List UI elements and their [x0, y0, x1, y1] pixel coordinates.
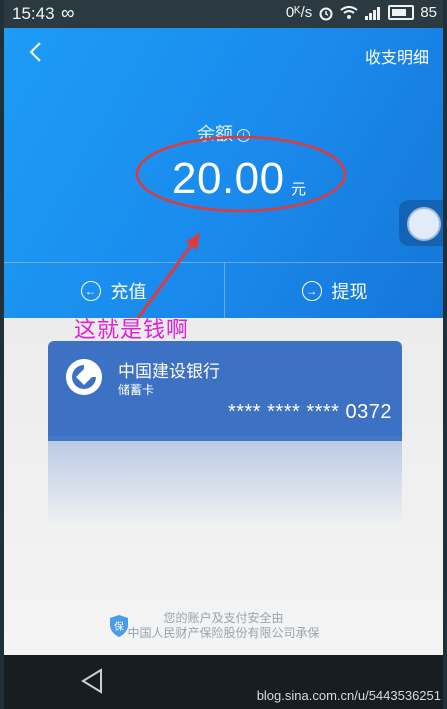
- wallet-header: 收支明细 余额 i 20.00 元 ← 充值 → 提现: [4, 28, 443, 319]
- bank-name: 中国建设银行: [118, 362, 220, 381]
- transaction-details-link[interactable]: 收支明细: [365, 44, 429, 68]
- floating-assistive-button[interactable]: [399, 200, 443, 246]
- card-type: 储蓄卡: [118, 383, 155, 397]
- card-number: **** **** **** 0372: [227, 401, 392, 423]
- nav-back-triangle-icon[interactable]: [80, 667, 104, 695]
- arrow-left-circle-icon: ←: [80, 281, 101, 301]
- recharge-button[interactable]: ← 充值: [4, 263, 223, 319]
- balance-label-row: 余额 i: [4, 120, 443, 146]
- bank-card[interactable]: 中国建设银行 储蓄卡 **** **** **** 0372: [48, 341, 402, 441]
- safety-notice: 您的账户及支付安全由 中国人民财产保险股份有限公司承保: [4, 611, 443, 641]
- blog-watermark: blog.sina.com.cn/u/5443536251: [256, 688, 441, 703]
- alarm-icon: [319, 7, 333, 20]
- phone-screen: 15:43 ∞ 0ᴷ/s 85 收支明细 余额 i 20.00 元 ← 充值 →: [4, 0, 443, 709]
- card-reflection: [48, 436, 402, 526]
- withdraw-label: 提现: [331, 282, 368, 302]
- battery-level: 85: [420, 4, 437, 21]
- network-speed: 0ᴷ/s: [285, 4, 313, 21]
- balance-amount: 20.00: [172, 154, 285, 203]
- back-chevron-icon[interactable]: [26, 42, 46, 62]
- currency-unit: 元: [291, 181, 307, 198]
- info-icon[interactable]: i: [237, 129, 250, 142]
- status-bar: 15:43 ∞ 0ᴷ/s 85: [4, 0, 443, 28]
- recharge-label: 充值: [110, 282, 147, 302]
- status-time: 15:43: [12, 4, 55, 23]
- status-indicators: 0ᴷ/s 85: [286, 4, 437, 21]
- annotation-label: 这就是钱啊: [74, 317, 190, 342]
- ccb-logo-icon: [66, 359, 102, 395]
- balance-label: 余额: [197, 124, 233, 144]
- arrow-right-circle-icon: →: [301, 281, 322, 301]
- wifi-icon: [340, 5, 358, 19]
- safety-line-1: 您的账户及支付安全由: [163, 611, 284, 625]
- battery-icon: [388, 5, 415, 20]
- infinity-icon: ∞: [61, 3, 75, 24]
- withdraw-button[interactable]: → 提现: [224, 263, 443, 319]
- signal-icon: [365, 6, 381, 20]
- action-row: ← 充值 → 提现: [4, 262, 443, 319]
- safety-line-2: 中国人民财产保险股份有限公司承保: [127, 626, 320, 640]
